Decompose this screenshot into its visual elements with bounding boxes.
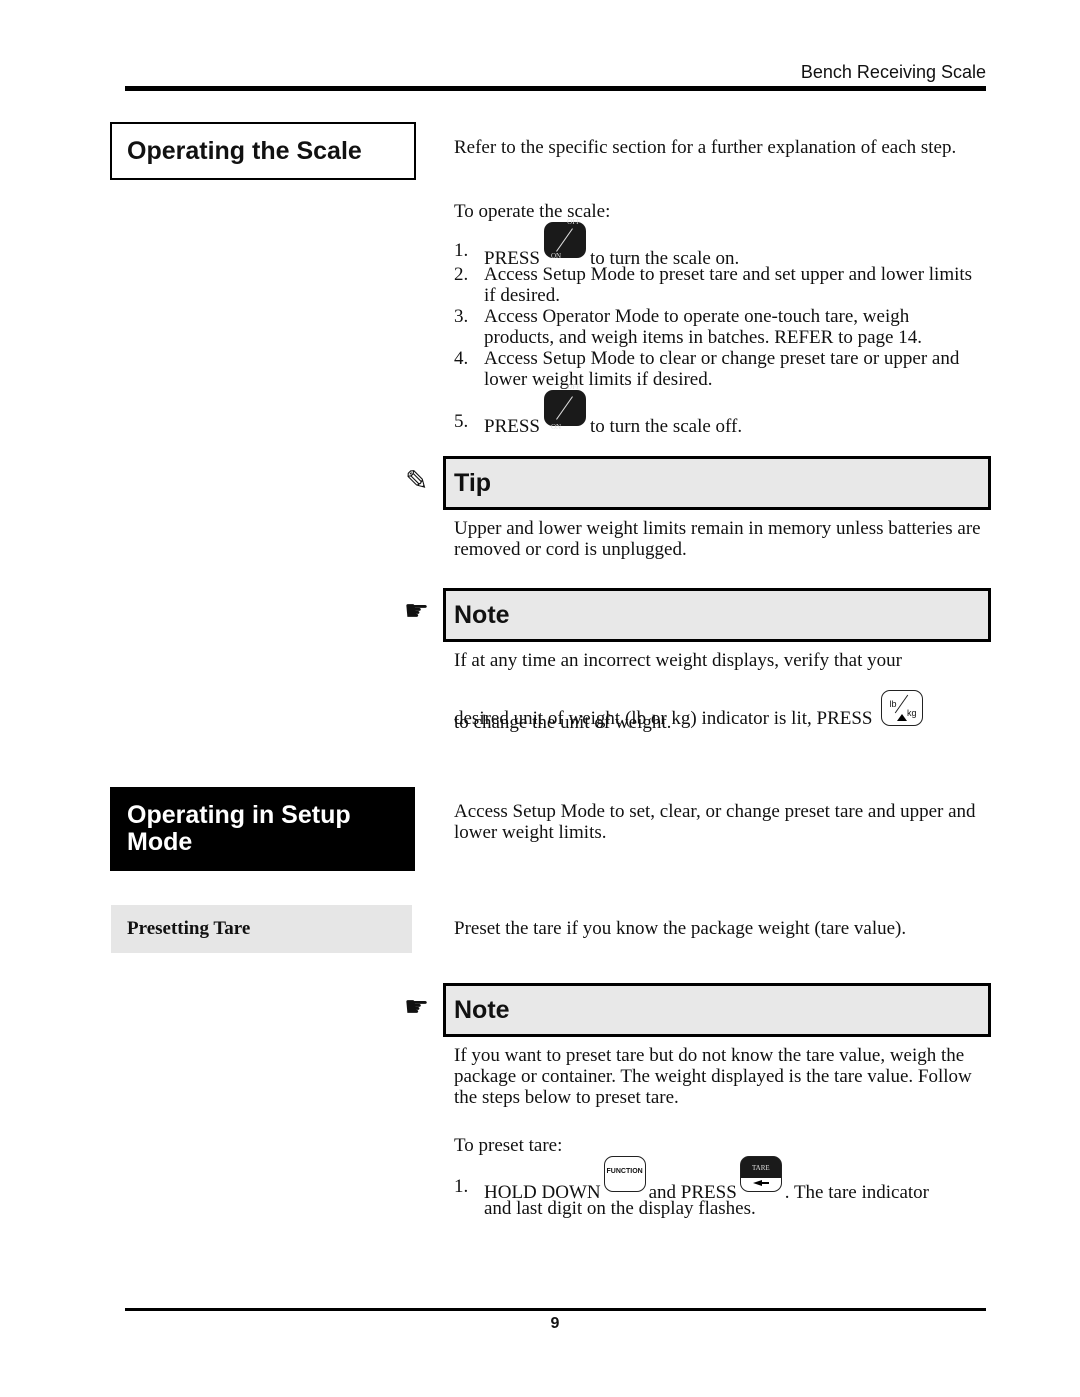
- lead-text: To operate the scale:: [454, 201, 611, 222]
- tip-box-title: Tip: [443, 456, 991, 510]
- tip-text: Upper and lower weight limits remain in …: [454, 518, 981, 560]
- step-4: 4. Access Setup Mode to clear or change p…: [454, 348, 960, 390]
- note-text-line1: If at any time an incorrect weight displ…: [454, 650, 902, 671]
- section-heading-setup-mode: Operating in Setup Mode: [110, 787, 415, 871]
- section-heading-operating-scale: Operating the Scale: [110, 122, 416, 180]
- presetting-intro: Preset the tare if you know the package …: [454, 918, 907, 939]
- pointing-hand-icon: ☛: [404, 596, 430, 627]
- step-5: 5. PRESS ON OFF to turn the scale off.: [454, 383, 743, 437]
- on-off-key-icon: ON OFF: [543, 218, 586, 260]
- footer-rule: [125, 1308, 986, 1311]
- preset-lead: To preset tare:: [454, 1135, 563, 1156]
- running-header: Bench Receiving Scale: [800, 62, 986, 82]
- step-3: 3. Access Operator Mode to operate one-to…: [454, 306, 922, 348]
- step-2: 2. Access Setup Mode to preset tare and s…: [454, 264, 973, 306]
- step-1: 1. PRESS ON OFF to turn the scale on.: [454, 218, 740, 269]
- header-rule: [125, 86, 986, 91]
- note-text-2: If you want to preset tare but do not kn…: [454, 1045, 972, 1108]
- tare-key-icon: TARE: [739, 1156, 782, 1192]
- page-number: 9: [550, 1315, 560, 1332]
- pointing-hand-icon: ☛: [404, 992, 430, 1023]
- note-box-title-2: Note: [443, 983, 991, 1037]
- note-text-line3: to change the unit of weight.: [454, 712, 672, 733]
- pencil-icon: ✎: [405, 466, 429, 497]
- operate-steps: 1. PRESS ON OFF to turn the scale on. 2. Acce…: [454, 218, 984, 438]
- function-key-icon: FUNCTION: [603, 1156, 646, 1192]
- subheading-presetting-tare: Presetting Tare: [111, 905, 412, 953]
- note-box-title: Note: [443, 588, 991, 642]
- on-off-key-icon: ON OFF: [543, 383, 586, 431]
- setup-intro: Access Setup Mode to set, clear, or chan…: [454, 801, 976, 843]
- preset-step-1: 1. HOLD DOWN FUNCTION and PRESS TARE. The ta…: [454, 1156, 994, 1219]
- intro-text: Refer to the specific section for a furt…: [454, 137, 957, 158]
